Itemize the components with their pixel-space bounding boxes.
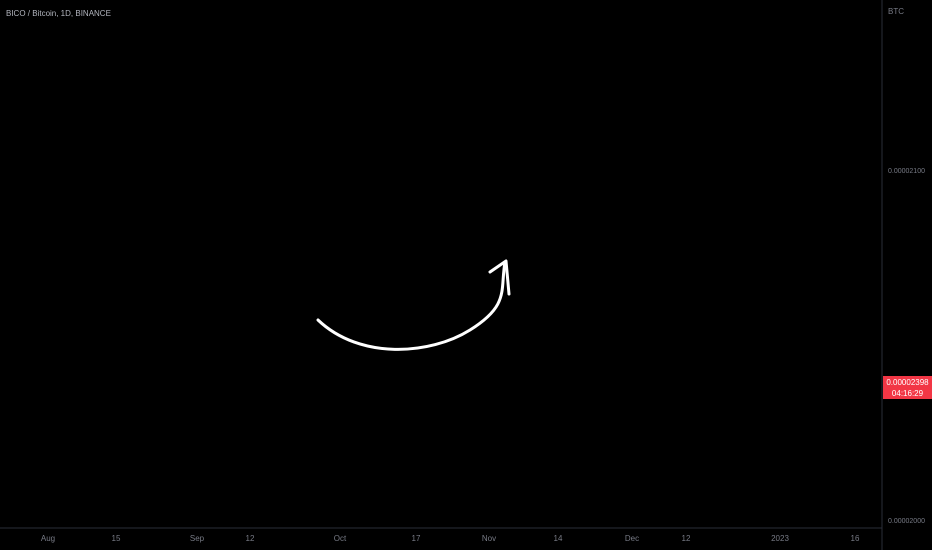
time-tick-label: 12 <box>246 534 255 543</box>
current-price-badge: 0.00002398 04:16:29 <box>883 376 932 399</box>
price-tick-label: 0.00002000 <box>888 518 925 525</box>
time-tick-label: 16 <box>851 534 860 543</box>
drawn-arrow-curve <box>316 260 507 351</box>
symbol-title: BICO / Bitcoin, 1D, BINANCE <box>6 9 111 18</box>
time-tick-label: 12 <box>682 534 691 543</box>
price-axis-currency: BTC <box>888 7 904 16</box>
time-tick-label: 2023 <box>771 534 789 543</box>
bar-countdown: 04:16:29 <box>891 389 924 398</box>
current-price-value: 0.00002398 <box>886 378 929 387</box>
time-tick-label: 17 <box>412 534 421 543</box>
time-tick-label: Nov <box>482 534 496 543</box>
time-tick-label: Aug <box>41 534 55 543</box>
price-tick-label: 0.00002100 <box>888 168 925 175</box>
time-tick-label: 14 <box>554 534 563 543</box>
time-tick-label: Dec <box>625 534 639 543</box>
drawn-arrow-head <box>488 259 511 296</box>
time-tick-label: Oct <box>334 534 347 543</box>
time-tick-label: 15 <box>112 534 121 543</box>
price-chart[interactable]: 1(0.00003250)0.786(0.00003075)0.618(0.00… <box>0 0 932 550</box>
time-tick-label: Sep <box>190 534 205 543</box>
